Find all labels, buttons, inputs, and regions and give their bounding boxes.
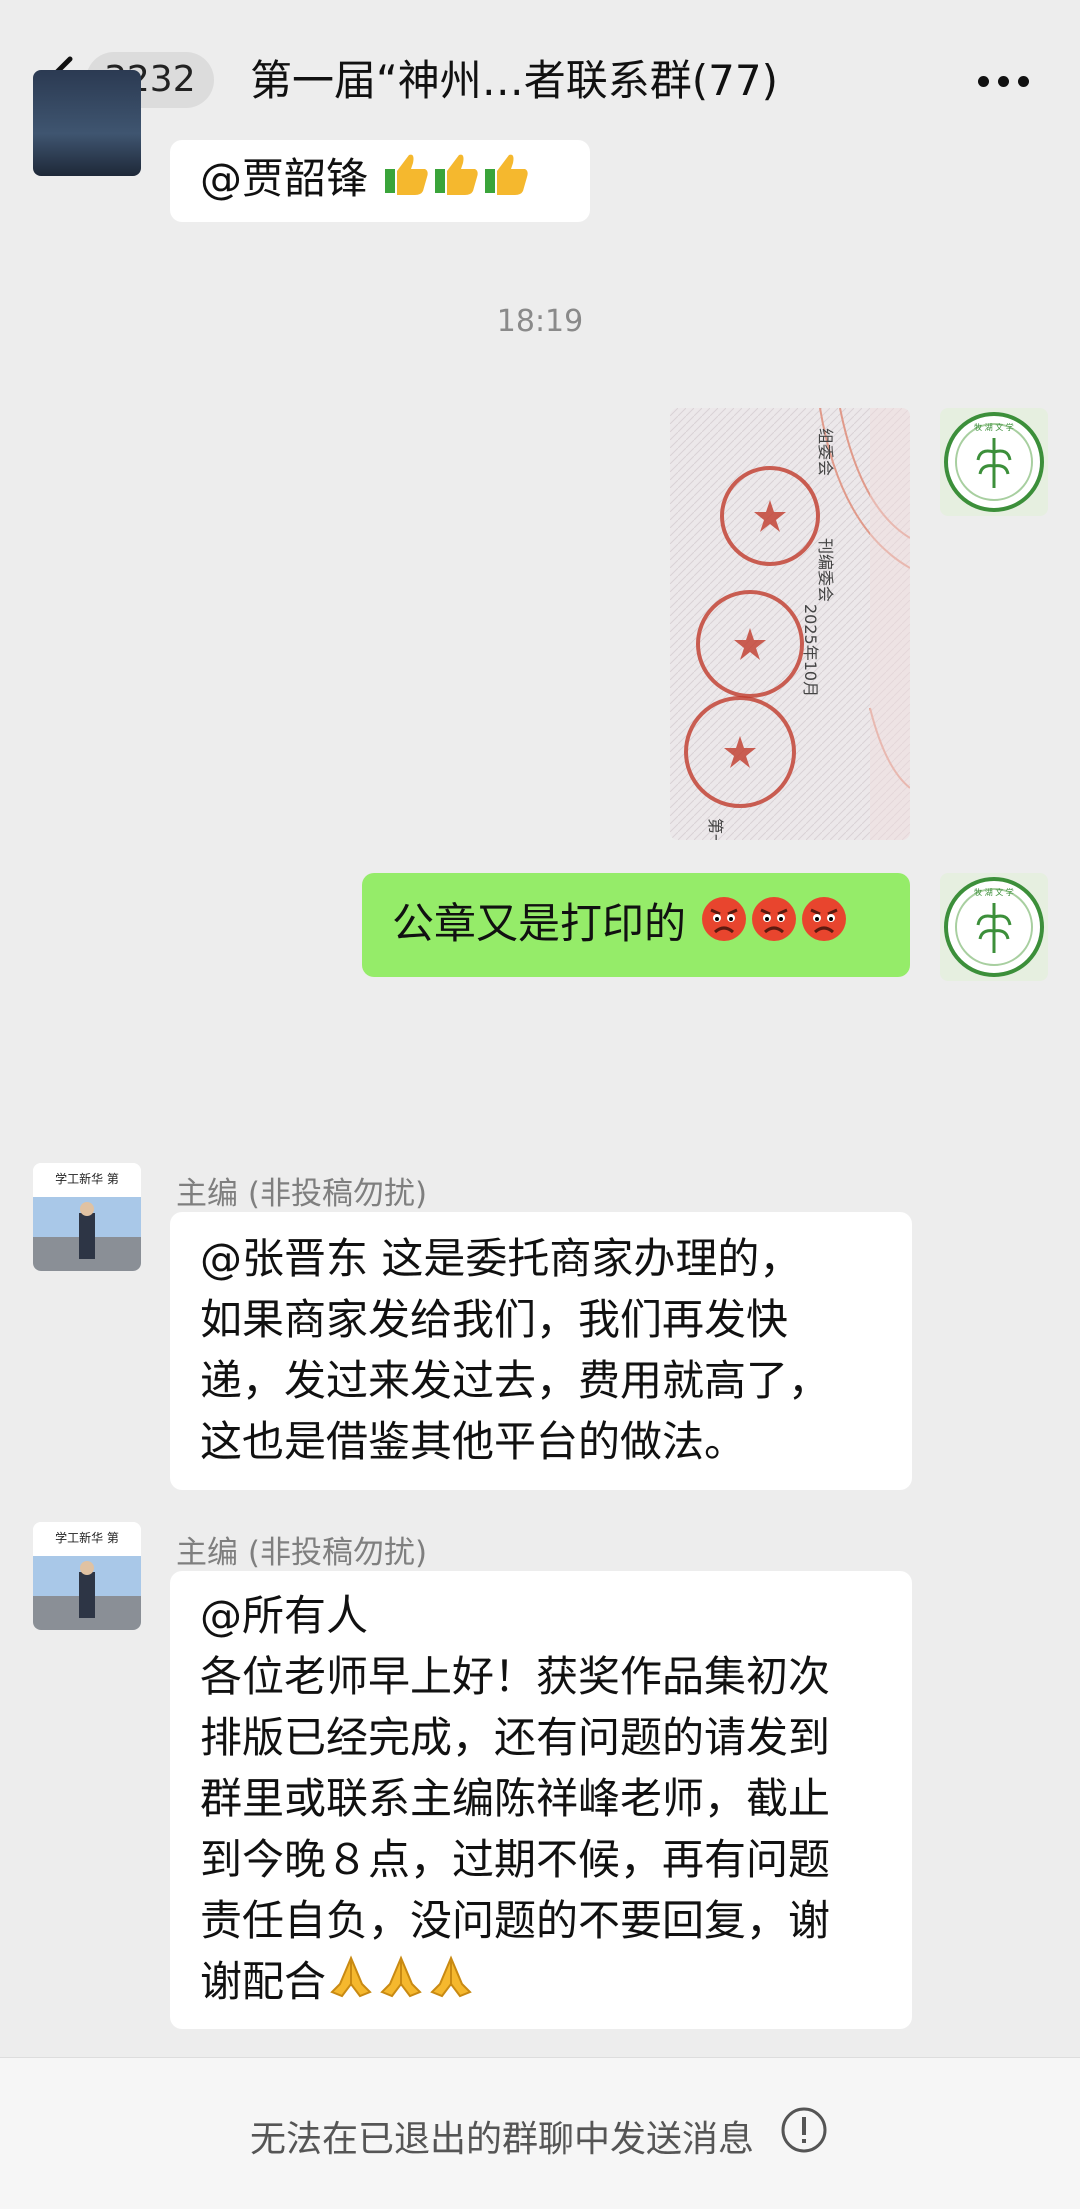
message-line: 各位老师早上好！获奖作品集初次	[200, 1652, 831, 1701]
chat-title: 第一届“神州…者联系群(77)	[250, 56, 778, 105]
chat-header: 3232 第一届“神州…者联系群(77)	[0, 0, 1080, 146]
ellipsis-icon[interactable]	[978, 76, 1030, 88]
message-line: 责任自负，没问题的不要回复，谢	[200, 1896, 831, 1945]
folded-hands-icon	[376, 1954, 426, 2016]
angry-face-icon	[799, 894, 849, 960]
message-line: 谢配合	[200, 1957, 327, 2006]
thumbs-up-icon	[481, 151, 531, 213]
avatar[interactable]: 学工新华 第	[33, 1522, 141, 1630]
avatar-logo-text: 牧 湖 文 学	[974, 422, 1014, 432]
avatar[interactable]: 牧 湖 文 学	[940, 408, 1048, 516]
timestamp: 18:19	[496, 304, 584, 339]
avatar[interactable]	[33, 70, 141, 176]
message-line: 如果商家发给我们，我们再发快	[200, 1295, 789, 1344]
stamp-text: 2025年10月	[801, 604, 820, 697]
message-line: 这也是借鉴其他平台的做法。	[200, 1417, 747, 1466]
avatar[interactable]: 学工新华 第	[33, 1163, 141, 1271]
thumbs-up-icon	[431, 151, 481, 213]
message-bubble[interactable]: 公章又是打印的	[362, 873, 910, 977]
message-bubble[interactable]: @贾韶锋	[170, 140, 590, 222]
stamp-text: 刊编委会	[816, 538, 835, 602]
sender-name: 主编 (非投稿勿扰)	[176, 1176, 428, 1212]
info-circle-icon[interactable]	[780, 2106, 828, 2154]
message-line-last: 谢配合	[200, 1951, 882, 2016]
message-line: 到今晚８点，过期不候，再有问题	[200, 1835, 831, 1884]
angry-face-icon	[749, 894, 799, 960]
stamp-text: 组委会	[816, 428, 835, 476]
message-line: 群里或联系主编陈祥峰老师，截止	[200, 1774, 831, 1823]
message-text: 公章又是打印的	[392, 899, 687, 948]
avatar-logo-text: 牧 湖 文 学	[974, 887, 1014, 897]
folded-hands-icon	[326, 1954, 376, 2016]
message-text: @贾韶锋	[200, 154, 382, 203]
avatar-banner-text: 学工新华 第	[55, 1530, 119, 1545]
message-line: 排版已经完成，还有问题的请发到	[200, 1713, 831, 1762]
thumbs-up-icon	[381, 151, 431, 213]
avatar[interactable]: 牧 湖 文 学	[940, 873, 1048, 981]
angry-face-icon	[699, 894, 749, 960]
stamp-photo-image[interactable]: 第一届 组委会 刊编委会 2025年10月	[670, 408, 910, 840]
sender-name: 主编 (非投稿勿扰)	[176, 1535, 428, 1571]
bottom-bar: 无法在已退出的群聊中发送消息	[0, 2057, 1080, 2209]
message-bubble[interactable]: @所有人 各位老师早上好！获奖作品集初次 排版已经完成，还有问题的请发到 群里或…	[170, 1571, 912, 2029]
stamp-text: 第一届	[706, 818, 725, 840]
message-line: 递，发过来发过去，费用就高了，	[200, 1356, 831, 1405]
message-line: @张晋东 这是委托商家办理的，	[200, 1234, 802, 1283]
folded-hands-icon	[426, 1954, 476, 2016]
message-line: @所有人	[200, 1591, 369, 1640]
message-bubble[interactable]: @张晋东 这是委托商家办理的， 如果商家发给我们，我们再发快 递，发过来发过去，…	[170, 1212, 912, 1490]
cannot-send-notice: 无法在已退出的群聊中发送消息	[250, 2119, 755, 2160]
avatar-banner-text: 学工新华 第	[55, 1171, 119, 1186]
